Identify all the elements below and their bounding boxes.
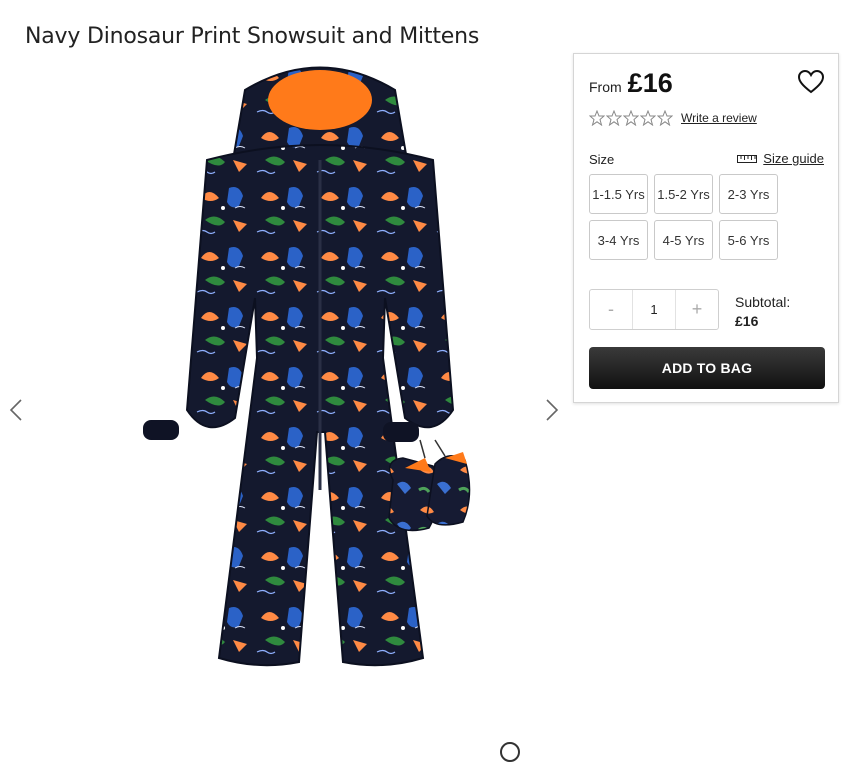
star-icon <box>623 110 639 126</box>
product-title: Navy Dinosaur Print Snowsuit and Mittens <box>25 23 480 49</box>
gallery-prev-button[interactable] <box>6 398 26 422</box>
add-to-bag-button[interactable]: ADD TO BAG <box>589 347 825 389</box>
size-option[interactable]: 2-3 Yrs <box>719 174 778 214</box>
rating-stars: Write a review <box>589 110 757 126</box>
price-from-label: From <box>589 79 622 95</box>
quantity-decrease-button[interactable]: - <box>590 290 632 329</box>
price-value: £16 <box>627 68 673 98</box>
purchase-panel: From £16 Write a review Size Size guide … <box>573 53 839 403</box>
subtotal-amount: £16 <box>735 313 759 329</box>
size-option[interactable]: 5-6 Yrs <box>719 220 778 260</box>
size-guide-label: Size guide <box>763 151 824 166</box>
product-image <box>143 66 471 667</box>
heart-icon[interactable] <box>798 70 824 94</box>
chevron-right-icon <box>546 399 559 421</box>
write-review-link[interactable]: Write a review <box>681 111 757 125</box>
gallery-next-button[interactable] <box>542 398 562 422</box>
star-icon <box>606 110 622 126</box>
size-option[interactable]: 1-1.5 Yrs <box>589 174 648 214</box>
carousel-indicator[interactable] <box>500 742 520 762</box>
size-option[interactable]: 4-5 Yrs <box>654 220 713 260</box>
size-guide-link[interactable]: Size guide <box>737 151 824 166</box>
price-row: From £16 <box>589 68 673 99</box>
quantity-stepper: - 1 + <box>589 289 719 330</box>
star-icon <box>589 110 605 126</box>
quantity-increase-button[interactable]: + <box>676 290 718 329</box>
size-option[interactable]: 1.5-2 Yrs <box>654 174 713 214</box>
ruler-icon <box>737 154 758 163</box>
size-option[interactable]: 3-4 Yrs <box>589 220 648 260</box>
subtotal: Subtotal: £16 <box>735 293 790 331</box>
subtotal-label: Subtotal: <box>735 294 791 310</box>
mittens <box>388 439 471 532</box>
star-icon <box>640 110 656 126</box>
quantity-input[interactable]: 1 <box>632 290 676 329</box>
chevron-left-icon <box>9 399 22 421</box>
size-label: Size <box>589 152 615 167</box>
product-gallery <box>0 50 570 748</box>
star-icon <box>657 110 673 126</box>
